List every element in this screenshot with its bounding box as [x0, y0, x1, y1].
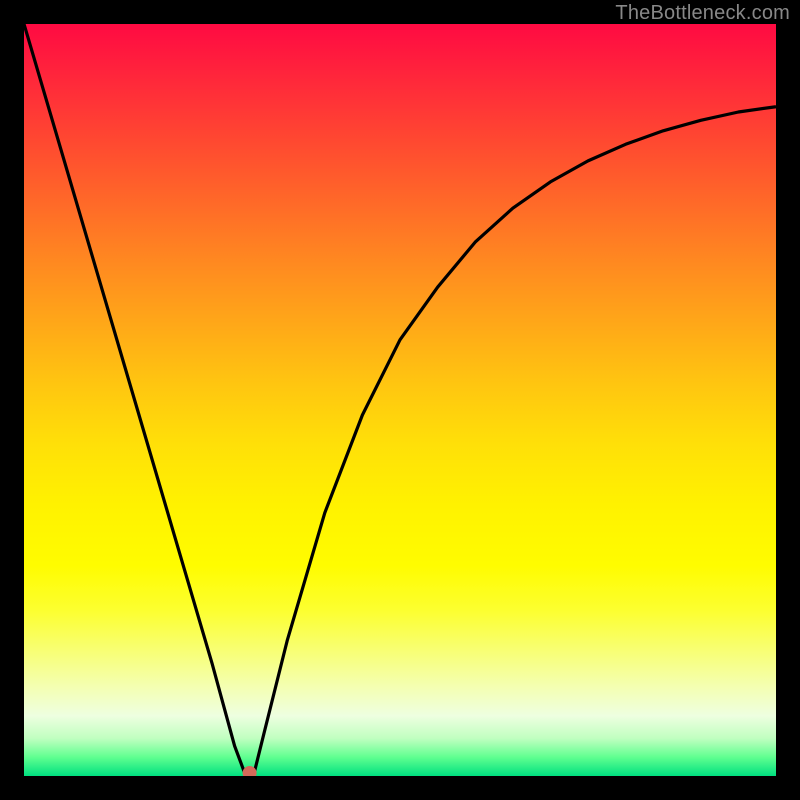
plot-gradient-background [24, 24, 776, 776]
watermark-text: TheBottleneck.com [615, 2, 790, 25]
bottleneck-curve-path [24, 24, 776, 776]
chart-container [24, 24, 776, 776]
curve-layer [24, 24, 776, 776]
